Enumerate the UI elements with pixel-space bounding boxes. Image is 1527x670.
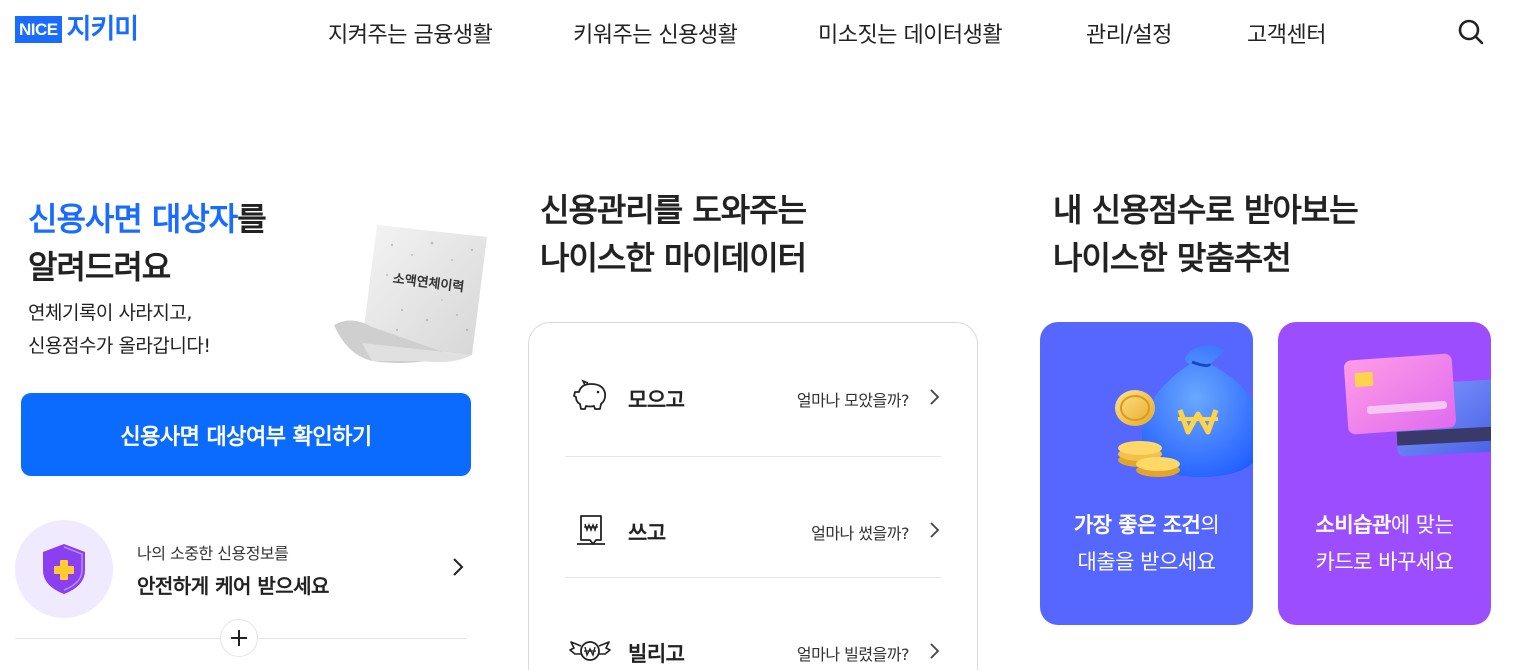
card-recommend-text: 소비습관에 맞는 카드로 바꾸세요 bbox=[1278, 507, 1491, 581]
piggy-bank-icon bbox=[573, 379, 607, 410]
card-recommend-line2: 카드로 바꾸세요 bbox=[1315, 550, 1454, 574]
mydata-title-line1: 신용관리를 도와주는 bbox=[540, 191, 807, 229]
mydata-card: 모으고 얼마나 모았을까? 쓰고 얼마나 썼을까? 빌리고 얼마나 빌렸을까? bbox=[528, 322, 978, 670]
mydata-row-borrow[interactable]: 빌리고 얼마나 빌렸을까? bbox=[565, 578, 941, 670]
top-header: NICE 지키미 지켜주는 금융생활 키워주는 신용생활 미소짓는 데이터생활 … bbox=[0, 0, 1527, 66]
care-caption: 나의 소중한 신용정보를 bbox=[137, 544, 289, 563]
nav-finance[interactable]: 지켜주는 금융생활 bbox=[328, 17, 493, 49]
receipt-icon bbox=[577, 515, 605, 545]
card-recommend-card[interactable]: 소비습관에 맞는 카드로 바꾸세요 bbox=[1278, 322, 1491, 625]
chevron-right-icon bbox=[453, 558, 464, 576]
mydata-row-label: 빌리고 bbox=[628, 642, 685, 666]
mydata-row-question: 얼마나 썼을까? bbox=[811, 524, 909, 543]
chevron-right-icon bbox=[930, 643, 940, 659]
nav-settings[interactable]: 관리/설정 bbox=[1086, 17, 1172, 49]
nav-support[interactable]: 고객센터 bbox=[1247, 17, 1326, 49]
credit-card-illustration bbox=[1344, 353, 1491, 457]
mydata-title-line2: 나이스한 마이데이터 bbox=[540, 239, 807, 277]
card-recommend-suffix: 에 맞는 bbox=[1390, 513, 1454, 537]
amnesty-title-highlight: 신용사면 대상자 bbox=[28, 200, 238, 238]
search-icon[interactable] bbox=[1457, 18, 1485, 46]
expand-plus-button[interactable] bbox=[220, 619, 258, 657]
mydata-row-spend[interactable]: 쓰고 얼마나 썼을까? bbox=[565, 457, 941, 578]
chevron-right-icon bbox=[930, 522, 940, 538]
amnesty-title: 신용사면 대상자를 알려드려요 bbox=[28, 195, 267, 291]
recommend-title-line1: 내 신용점수로 받아보는 bbox=[1053, 191, 1359, 229]
receipt-illustration: 소액연체이력 bbox=[334, 225, 487, 363]
amnesty-title-line2: 알려드려요 bbox=[28, 248, 171, 286]
loan-recommend-line2: 대출을 받으세요 bbox=[1077, 550, 1216, 574]
care-title: 안전하게 케어 받으세요 bbox=[137, 574, 329, 598]
nav-data[interactable]: 미소짓는 데이터생활 bbox=[818, 17, 1003, 49]
mydata-row-save[interactable]: 모으고 얼마나 모았을까? bbox=[565, 336, 941, 457]
loan-recommend-card[interactable]: 가장 좋은 조건의 대출을 받으세요 bbox=[1040, 322, 1253, 625]
nav-credit[interactable]: 키워주는 신용생활 bbox=[573, 17, 738, 49]
mydata-row-question: 얼마나 빌렸을까? bbox=[796, 645, 910, 664]
amnesty-check-button[interactable]: 신용사면 대상여부 확인하기 bbox=[21, 393, 471, 476]
loan-recommend-suffix: 의 bbox=[1200, 513, 1220, 537]
mydata-row-question: 얼마나 모았을까? bbox=[796, 391, 910, 410]
amnesty-subtitle-line2: 신용점수가 올라갑니다! bbox=[28, 335, 211, 357]
loan-recommend-text: 가장 좋은 조건의 대출을 받으세요 bbox=[1040, 507, 1253, 581]
credit-care-banner[interactable]: 나의 소중한 신용정보를 안전하게 케어 받으세요 bbox=[15, 520, 470, 618]
card-recommend-highlight: 소비습관 bbox=[1315, 513, 1392, 537]
mydata-row-label: 모으고 bbox=[628, 388, 685, 412]
amnesty-title-suffix: 를 bbox=[237, 200, 266, 238]
mydata-row-label: 쓰고 bbox=[628, 521, 666, 545]
chevron-right-icon bbox=[930, 389, 940, 405]
amnesty-subtitle-line1: 연체기록이 사라지고, bbox=[28, 302, 192, 324]
recommend-title: 내 신용점수로 받아보는 나이스한 맞춤추천 bbox=[1053, 186, 1359, 282]
winged-won-icon bbox=[569, 641, 611, 661]
amnesty-subtitle: 연체기록이 사라지고, 신용점수가 올라갑니다! bbox=[28, 297, 211, 363]
loan-recommend-highlight: 가장 좋은 조건 bbox=[1073, 513, 1201, 537]
recommend-title-line2: 나이스한 맞춤추천 bbox=[1053, 239, 1292, 277]
shield-plus-icon bbox=[43, 544, 85, 594]
logo-brand: NICE bbox=[15, 16, 62, 43]
money-bag-illustration bbox=[1115, 345, 1253, 477]
logo[interactable]: NICE 지키미 bbox=[15, 14, 140, 45]
mydata-title: 신용관리를 도와주는 나이스한 마이데이터 bbox=[540, 186, 807, 282]
logo-name: 지키미 bbox=[66, 14, 140, 45]
